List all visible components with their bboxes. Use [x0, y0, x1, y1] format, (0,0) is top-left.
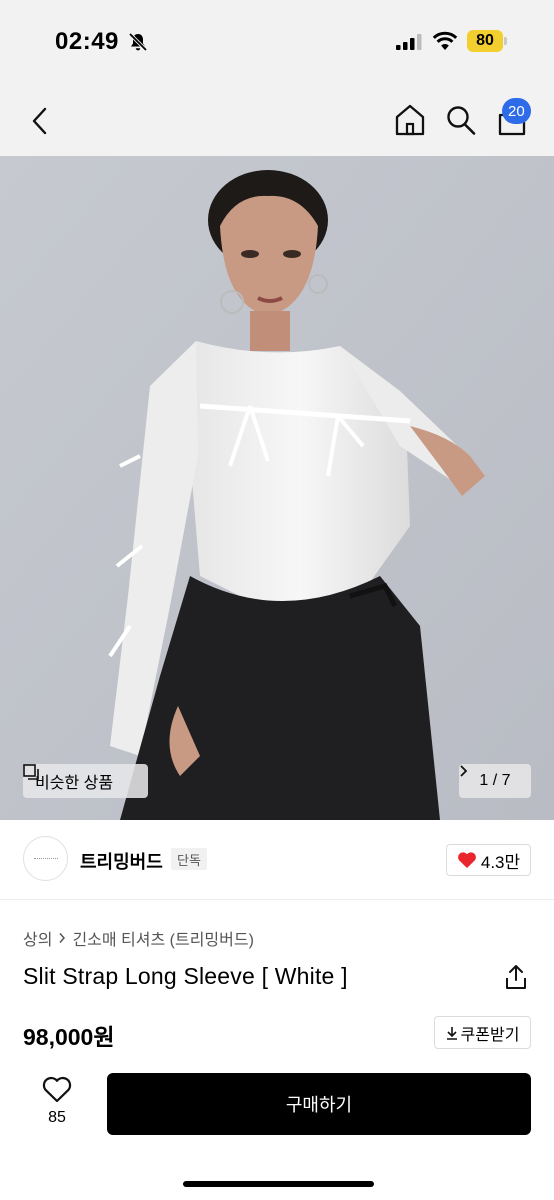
battery-level: 80 [467, 30, 503, 52]
back-icon[interactable] [26, 104, 54, 138]
product-price: 98,000원 [23, 1024, 115, 1050]
product-image[interactable]: 비슷한 상품 1 / 7 [0, 156, 554, 820]
wifi-icon [432, 31, 458, 50]
status-bar: 02:49 80 [0, 0, 554, 84]
coupon-label: 쿠폰받기 [460, 1026, 520, 1044]
wishlist-button[interactable]: 85 [38, 1076, 76, 1132]
battery-icon: 80 [467, 30, 507, 52]
bell-slash-icon [128, 32, 148, 52]
brand-logo[interactable] [23, 836, 68, 881]
breadcrumb-item[interactable]: 긴소매 티셔츠 (트리밍버드) [72, 926, 253, 950]
chevron-right-icon [460, 765, 468, 777]
brand-name[interactable]: 트리밍버드 [80, 848, 163, 874]
product-photo [0, 156, 554, 820]
chevron-right-icon [59, 933, 66, 943]
signal-icon [396, 34, 422, 50]
home-icon[interactable] [393, 102, 427, 138]
brand-row: 트리밍버드 단독 4.3만 [0, 820, 554, 900]
brand-like-button[interactable]: 4.3만 [446, 844, 531, 876]
top-navigation [0, 84, 554, 156]
image-pager[interactable]: 1 / 7 [459, 764, 531, 798]
similar-icon [23, 764, 39, 780]
wishlist-count: 85 [48, 1109, 66, 1126]
download-icon [446, 1026, 457, 1040]
image-pager-count: 1 / 7 [479, 772, 511, 789]
heart-outline-icon [42, 1076, 72, 1103]
similar-products-label: 비슷한 상품 [35, 775, 114, 792]
similar-products-button[interactable]: 비슷한 상품 [23, 764, 148, 798]
breadcrumb-item[interactable]: 상의 [23, 926, 52, 950]
coupon-button[interactable]: 쿠폰받기 [434, 1016, 531, 1049]
heart-icon [457, 852, 476, 868]
home-indicator [183, 1181, 374, 1187]
breadcrumb: 상의 긴소매 티셔츠 (트리밍버드) [23, 926, 254, 950]
cart-count-badge: 20 [502, 98, 531, 124]
brand-like-count: 4.3만 [480, 852, 521, 872]
exclusive-badge: 단독 [171, 848, 207, 870]
status-time: 02:49 [55, 28, 119, 55]
product-title: Slit Strap Long Sleeve [ White ] [23, 963, 348, 989]
share-icon[interactable] [503, 963, 529, 991]
search-icon[interactable] [444, 102, 478, 138]
buy-button[interactable]: 구매하기 [107, 1073, 531, 1135]
